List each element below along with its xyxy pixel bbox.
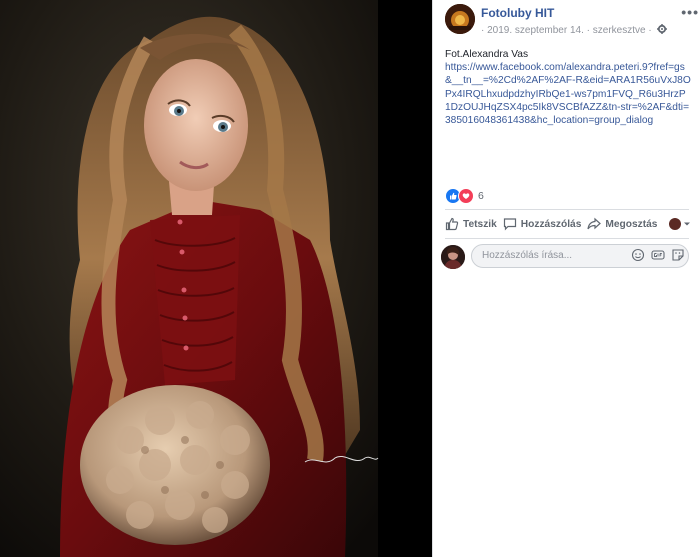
portrait-photo bbox=[0, 0, 432, 557]
comment-label: Hozzászólás bbox=[520, 218, 582, 230]
share-button[interactable]: Megosztás bbox=[587, 217, 657, 231]
page-avatar[interactable] bbox=[445, 4, 475, 34]
post-separator-3: · bbox=[648, 25, 652, 37]
reaction-identity-switcher[interactable] bbox=[669, 218, 691, 230]
post-meta: · 2019. szeptember 14. · szerkesztve · bbox=[481, 24, 668, 37]
post-separator-2: · bbox=[586, 25, 590, 37]
comment-composer: Hozzászólás írása... bbox=[441, 244, 693, 270]
like-button[interactable]: Tetszik bbox=[445, 217, 497, 231]
reactions-summary[interactable]: 6 bbox=[445, 188, 484, 204]
divider bbox=[445, 209, 689, 210]
comment-button[interactable]: Hozzászólás bbox=[503, 217, 582, 231]
composer-icons bbox=[631, 248, 685, 262]
love-icon bbox=[458, 188, 474, 204]
comment-placeholder: Hozzászólás írása... bbox=[482, 250, 573, 261]
sticker-icon[interactable] bbox=[671, 248, 685, 262]
post-sidebar: Fotoluby HIT · 2019. szeptember 14. · sz… bbox=[432, 0, 700, 557]
user-avatar[interactable] bbox=[441, 245, 465, 269]
edited-label[interactable]: szerkesztve bbox=[593, 25, 646, 36]
mini-avatar bbox=[669, 218, 681, 230]
emoji-icon[interactable] bbox=[631, 248, 645, 262]
post-link[interactable]: https://www.facebook.com/alexandra.peter… bbox=[445, 61, 691, 127]
page-name-link[interactable]: Fotoluby HIT bbox=[481, 6, 554, 20]
like-label: Tetszik bbox=[463, 218, 497, 230]
share-label: Megosztás bbox=[605, 218, 658, 230]
divider-2 bbox=[445, 238, 689, 239]
post-date[interactable]: 2019. szeptember 14. bbox=[487, 25, 584, 36]
reaction-count: 6 bbox=[478, 190, 484, 202]
post-actions: Tetszik Hozzászólás Megosztás bbox=[445, 214, 691, 234]
comment-icon bbox=[503, 218, 516, 231]
post-caption: Fot.Alexandra Vas bbox=[445, 49, 529, 60]
more-icon[interactable]: ••• bbox=[681, 4, 699, 20]
post-separator: · bbox=[481, 25, 485, 37]
caret-down-icon bbox=[684, 222, 690, 226]
gear-icon[interactable] bbox=[657, 24, 668, 37]
gif-icon[interactable] bbox=[651, 248, 665, 262]
post-photo[interactable] bbox=[0, 0, 432, 557]
post-body: Fot.Alexandra Vas https://www.facebook.c… bbox=[445, 48, 691, 127]
thumb-up-icon bbox=[445, 217, 459, 231]
share-icon bbox=[587, 217, 602, 230]
post-header: Fotoluby HIT · 2019. szeptember 14. · sz… bbox=[445, 4, 698, 38]
